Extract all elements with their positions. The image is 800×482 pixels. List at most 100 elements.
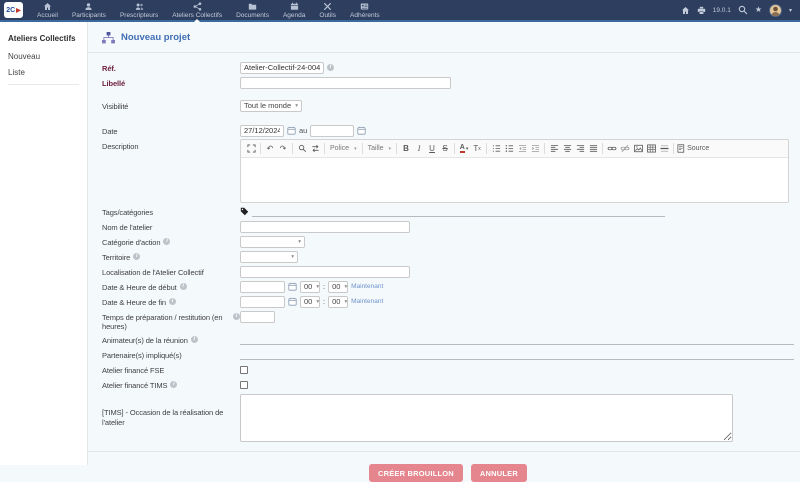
link-icon[interactable] [606, 142, 618, 155]
tag-icon [240, 207, 249, 216]
bookmarks-star-icon[interactable]: ★ [755, 6, 762, 14]
members-icon [360, 2, 369, 11]
nav-adherents[interactable]: Adhérents [348, 0, 382, 20]
create-draft-button[interactable]: CRÉER BROUILLON [369, 464, 463, 482]
nav-label: Participants [72, 12, 106, 19]
nav-prescripteurs[interactable]: Prescripteurs [118, 0, 160, 20]
sidebar-item-liste[interactable]: Liste [8, 68, 79, 77]
calendar-picker-icon[interactable] [287, 126, 296, 135]
date-fin-label: Date & Heure de fini [102, 295, 240, 307]
tims-occasion-textarea[interactable] [240, 394, 733, 442]
animateurs-input[interactable] [240, 334, 794, 345]
font-size-select[interactable]: Taille▾ [366, 145, 393, 152]
date-start-input[interactable] [240, 125, 284, 137]
debut-hour-select[interactable]: 00▾ [300, 281, 320, 293]
categorie-action-select[interactable]: ▾ [240, 236, 305, 248]
source-button[interactable]: Source [677, 142, 709, 155]
tags-input[interactable] [252, 206, 665, 217]
nav-documents[interactable]: Documents [234, 0, 271, 20]
row-partenaires: Partenaire(s) impliqué(s) [102, 348, 794, 361]
find-icon[interactable] [296, 142, 308, 155]
temps-preparation-input[interactable] [240, 311, 275, 323]
time-separator: : [323, 282, 325, 291]
nav-label: Outils [319, 12, 336, 19]
fin-hour-select[interactable]: 00▾ [300, 296, 320, 308]
print-icon[interactable] [697, 6, 706, 15]
main-menu: Accueil Participants Prescripteurs Ateli… [35, 0, 382, 20]
undo-icon[interactable]: ↶ [264, 142, 276, 155]
row-territoire: Territoirei ▾ [102, 250, 794, 263]
date-fin-input[interactable] [240, 296, 285, 308]
nav-label: Accueil [37, 12, 58, 19]
action-buttons: CRÉER BROUILLON ANNULER [102, 464, 794, 482]
ref-input[interactable] [240, 62, 324, 74]
editor-content-area[interactable] [241, 158, 788, 202]
date-label: Date [102, 124, 240, 136]
row-localisation: Localisation de l'Atelier Collectif [102, 265, 794, 278]
align-right-icon[interactable] [574, 142, 586, 155]
font-select[interactable]: Police▾ [328, 145, 359, 152]
date-end-input[interactable] [310, 125, 354, 137]
debut-now-link[interactable]: Maintenant [351, 283, 383, 290]
visibilite-select[interactable]: Tout le monde▾ [240, 100, 302, 112]
debut-minute-select[interactable]: 00▾ [328, 281, 348, 293]
nav-outils[interactable]: Outils [317, 0, 338, 20]
search-icon[interactable] [738, 5, 748, 15]
libelle-input[interactable] [240, 77, 451, 89]
align-justify-icon[interactable] [587, 142, 599, 155]
calendar-picker-icon[interactable] [288, 297, 297, 306]
date-debut-input[interactable] [240, 281, 285, 293]
territoire-select[interactable]: ▾ [240, 251, 298, 263]
app-logo[interactable]: 2C▶ [4, 2, 23, 18]
fse-checkbox[interactable] [240, 366, 248, 374]
user-avatar[interactable] [769, 4, 782, 17]
strikethrough-icon[interactable]: S [439, 142, 451, 155]
underline-icon[interactable]: U [426, 142, 438, 155]
row-ref: Réf. i [102, 61, 794, 74]
info-icon: i [233, 313, 240, 320]
bullet-list-icon[interactable] [503, 142, 515, 155]
italic-icon[interactable]: I [413, 142, 425, 155]
nom-atelier-input[interactable] [240, 221, 410, 233]
bold-icon[interactable]: B [400, 142, 412, 155]
image-icon[interactable] [632, 142, 644, 155]
footer-divider [88, 451, 800, 452]
nav-participants[interactable]: Participants [70, 0, 108, 20]
partenaires-input[interactable] [240, 349, 794, 360]
table-icon[interactable] [645, 142, 657, 155]
sidebar-item-nouveau[interactable]: Nouveau [8, 52, 79, 61]
maximize-icon[interactable] [245, 142, 257, 155]
project-icon [102, 32, 115, 44]
align-center-icon[interactable] [561, 142, 573, 155]
localisation-input[interactable] [240, 266, 410, 278]
indent-icon[interactable] [529, 142, 541, 155]
fin-minute-select[interactable]: 00▾ [328, 296, 348, 308]
categorie-action-label: Catégorie d'actioni [102, 235, 240, 247]
localisation-label: Localisation de l'Atelier Collectif [102, 265, 240, 277]
tims-checkbox[interactable] [240, 381, 248, 389]
replace-icon[interactable] [309, 142, 321, 155]
fin-now-link[interactable]: Maintenant [351, 298, 383, 305]
ordered-list-icon[interactable] [490, 142, 502, 155]
outdent-icon[interactable] [516, 142, 528, 155]
calendar-picker-icon[interactable] [288, 282, 297, 291]
chevron-down-icon[interactable]: ▾ [789, 7, 792, 14]
unlink-icon[interactable] [619, 142, 631, 155]
nav-accueil[interactable]: Accueil [35, 0, 60, 20]
horizontal-rule-icon[interactable] [658, 142, 670, 155]
cancel-button[interactable]: ANNULER [471, 464, 527, 482]
remove-format-icon[interactable]: Tx [471, 142, 483, 155]
align-left-icon[interactable] [548, 142, 560, 155]
nav-ateliers-collectifs[interactable]: Ateliers Collectifs [170, 0, 224, 20]
info-icon: i [163, 238, 170, 245]
version-label: 19.0.1 [713, 7, 731, 14]
row-tims-occasion: [TIMS] - Occasion de la réalisation de l… [102, 394, 794, 442]
bookmark-home-icon[interactable] [681, 6, 690, 15]
calendar-picker-icon[interactable] [357, 126, 366, 135]
row-tims: Atelier financé TIMSi [102, 378, 794, 391]
nav-agenda[interactable]: Agenda [281, 0, 307, 20]
folder-icon [248, 2, 257, 11]
text-color-icon[interactable]: A▾ [458, 142, 470, 155]
redo-icon[interactable]: ↷ [277, 142, 289, 155]
tims-occasion-label: [TIMS] - Occasion de la réalisation de l… [102, 394, 240, 427]
